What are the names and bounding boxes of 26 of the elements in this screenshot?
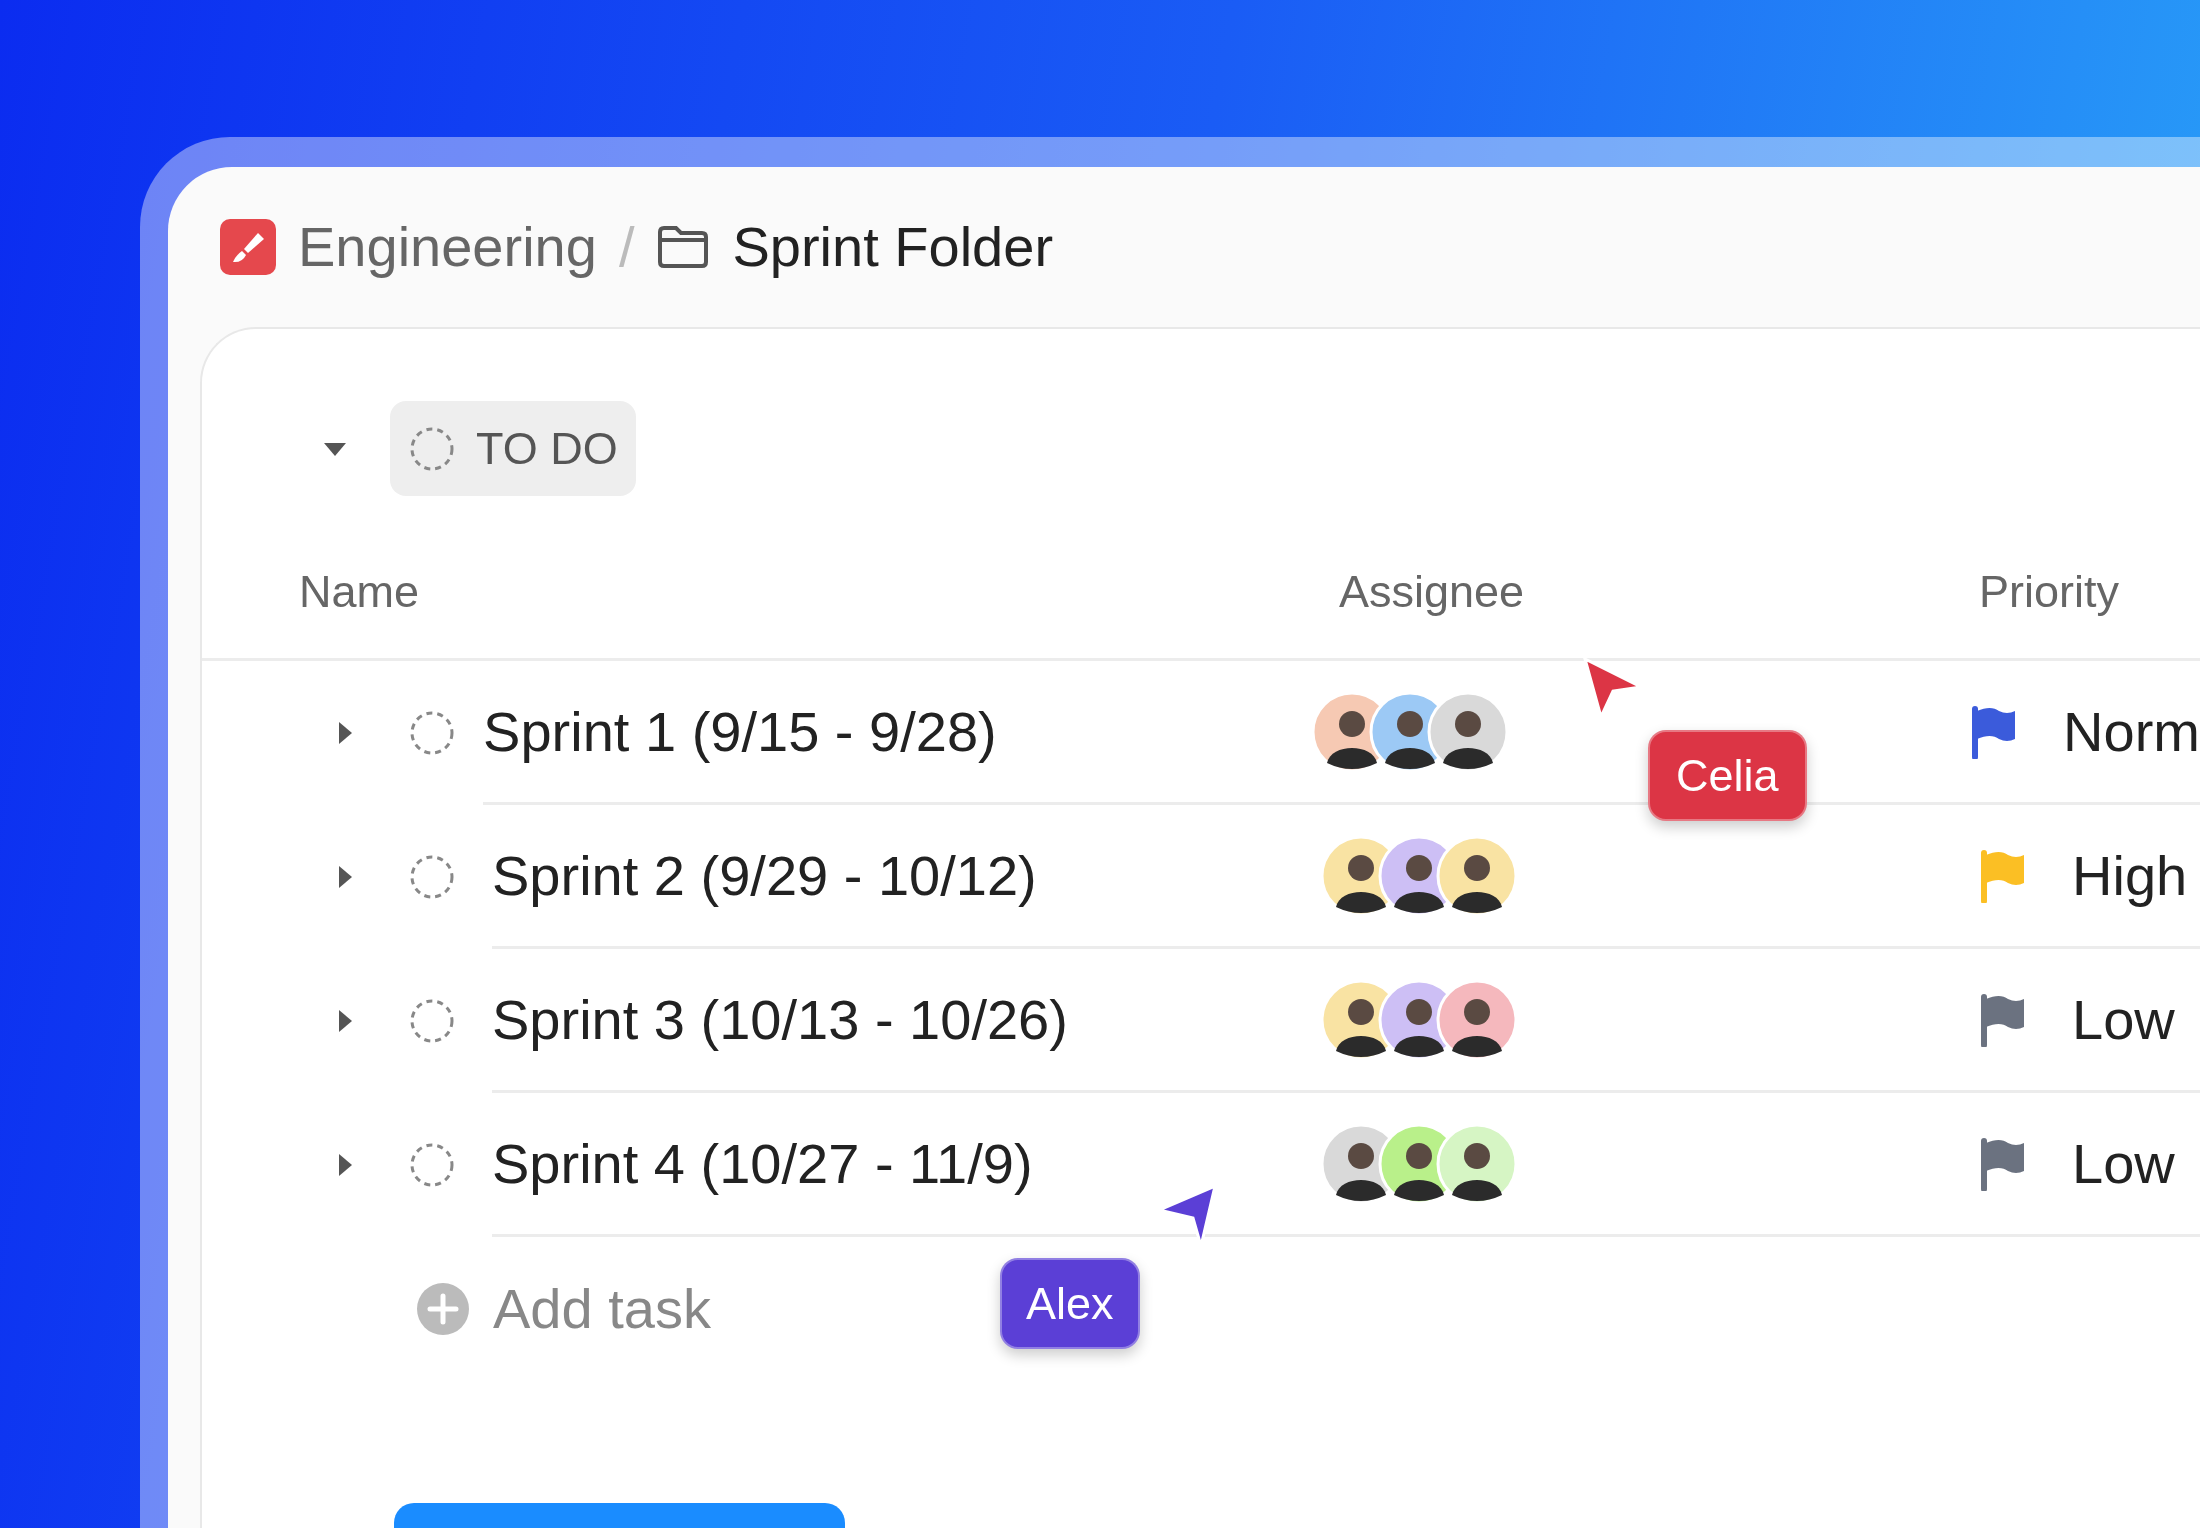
user-cursor-label: Celia: [1648, 730, 1807, 821]
add-icon[interactable]: [416, 1282, 470, 1336]
breadcrumb-link[interactable]: Engineering: [298, 205, 597, 289]
group-label: TO DO: [476, 421, 618, 476]
breadcrumb-current[interactable]: Sprint Folder: [732, 205, 1054, 289]
task-name[interactable]: Sprint 2 (9/29 - 10/12): [492, 833, 1320, 918]
task-name[interactable]: Sprint 3 (10/13 - 10/26): [492, 977, 1320, 1062]
status-icon[interactable]: [408, 853, 456, 901]
column-header: Name: [298, 565, 421, 620]
status-icon[interactable]: [408, 709, 456, 757]
priority-label: Low: [2072, 1130, 2175, 1197]
column-header: Priority: [1979, 565, 2119, 620]
status-icon[interactable]: [408, 997, 456, 1045]
status-icon[interactable]: [408, 1141, 456, 1189]
task-name[interactable]: Sprint 4 (10/27 - 11/9): [492, 1121, 1320, 1206]
brush-icon[interactable]: [220, 219, 276, 275]
folder-icon: [656, 224, 711, 270]
priority-label: High: [2072, 842, 2188, 909]
breadcrumb-separator: /: [618, 214, 635, 280]
task-name[interactable]: Sprint 1 (9/15 - 9/28): [483, 689, 1312, 774]
status-group-pill[interactable]: TO DO: [390, 401, 636, 496]
priority-label: Low: [2072, 986, 2175, 1053]
add-task-button[interactable]: Add task: [493, 1267, 711, 1351]
column-header: Assignee: [1339, 565, 1526, 620]
user-cursor-label: Alex: [1000, 1258, 1140, 1349]
priority-label: Norm: [2063, 698, 2200, 765]
